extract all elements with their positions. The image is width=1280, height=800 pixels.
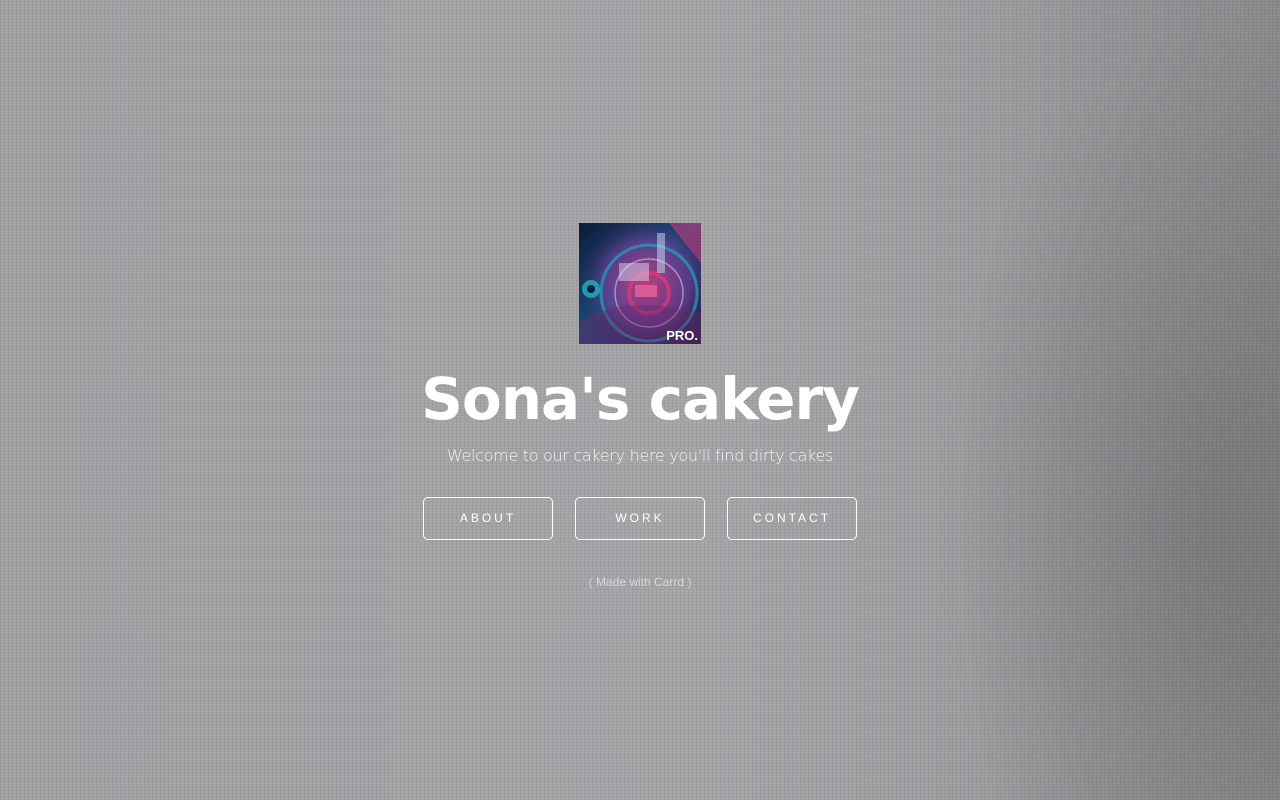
main-content: PRO. Sona's cakery Welcome to our cakery… [0,0,1280,800]
about-button[interactable]: ABOUT [423,497,553,540]
site-title: Sona's cakery [421,365,860,433]
contact-button[interactable]: CONTACT [727,497,857,540]
work-button[interactable]: WORK [575,497,705,540]
made-with-carrd: ( Made with Carrd ) [0,574,1280,590]
logo-text: PRO. [666,328,698,343]
open-paren: ( [588,575,593,589]
nav-buttons: ABOUT WORK CONTACT [423,497,857,540]
logo-artwork-icon [579,223,701,344]
close-paren: ) [687,575,692,589]
site-subtitle: Welcome to our cakery here you'll find d… [446,446,834,465]
logo-image: PRO. [579,223,701,344]
made-with-carrd-link[interactable]: Made with Carrd [596,575,684,589]
